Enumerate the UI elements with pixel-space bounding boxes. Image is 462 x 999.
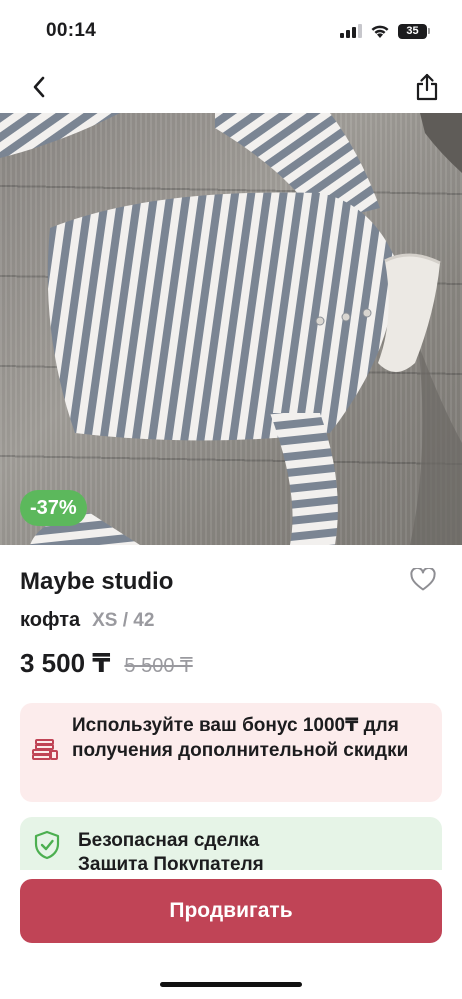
- current-price: 3 500 ₸: [20, 648, 111, 678]
- bonus-card[interactable]: Используйте ваш бонус 1000₸ для получени…: [20, 703, 442, 802]
- safe-deal-card[interactable]: Безопасная сделка Защита Покупателя: [20, 817, 442, 877]
- bonus-text: Используйте ваш бонус 1000₸ для получени…: [72, 715, 409, 761]
- favorite-button[interactable]: [410, 566, 438, 596]
- signal-icon: [340, 24, 362, 38]
- product-meta: кофта XS / 42: [20, 609, 154, 632]
- product-category: кофта: [20, 609, 81, 631]
- chevron-left-icon: [33, 76, 45, 98]
- wifi-icon: [371, 25, 389, 38]
- product-photo[interactable]: [0, 113, 462, 545]
- home-indicator: [160, 982, 302, 987]
- old-price: 5 500 ₸: [124, 655, 193, 677]
- status-time: 00:14: [46, 20, 97, 41]
- back-button[interactable]: [22, 70, 56, 104]
- product-brand: Maybe studio: [20, 568, 174, 595]
- battery-level: 35: [398, 23, 427, 39]
- share-button[interactable]: [410, 70, 444, 104]
- nav-bar: [0, 62, 462, 112]
- coins-icon: [32, 739, 58, 760]
- price-row: 3 500 ₸ 5 500 ₸: [20, 648, 193, 679]
- promote-button[interactable]: Продвигать: [20, 879, 442, 943]
- product-size: XS / 42: [92, 610, 155, 631]
- safe-deal-title: Безопасная сделка: [78, 830, 260, 851]
- shield-check-icon: [34, 830, 60, 860]
- status-bar: 00:14 35: [0, 0, 462, 62]
- battery-icon: 35: [398, 23, 430, 39]
- share-icon: [416, 73, 438, 101]
- discount-badge: -37%: [20, 490, 87, 526]
- heart-icon: [410, 566, 436, 591]
- status-icons: 35: [340, 23, 430, 39]
- photo-illustration: [0, 113, 462, 545]
